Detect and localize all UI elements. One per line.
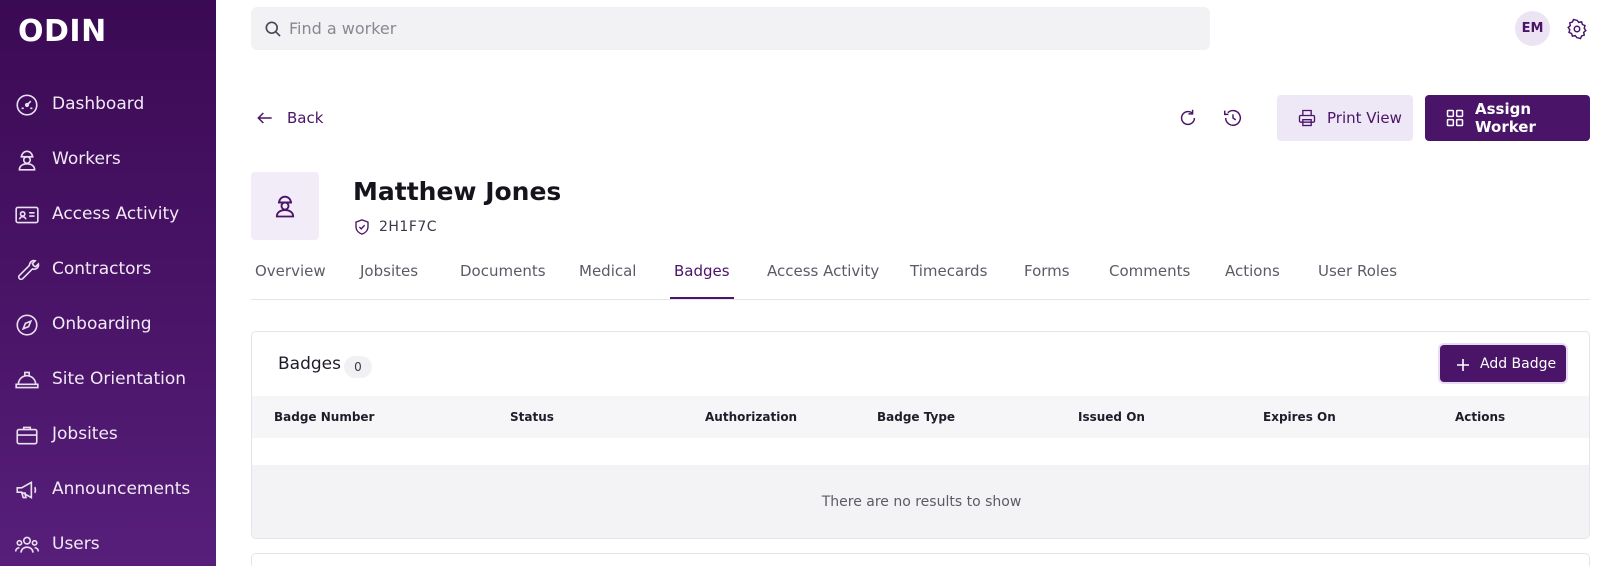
worker-icon [275,195,295,218]
tab-badges[interactable]: Badges [670,262,734,299]
column-header-actions: Actions [1455,410,1506,424]
worker-search[interactable] [251,7,1210,50]
worker-code: 2H1F7C [379,219,438,235]
tab-overview[interactable]: Overview [255,262,326,299]
history-icon[interactable] [1222,107,1244,129]
megaphone-icon [14,477,40,503]
id-card-icon [14,202,40,228]
worker-tabs: Overview Jobsites Documents Medical Badg… [251,250,1590,300]
sidebar-item-label: Dashboard [52,94,145,114]
sidebar-item-announcements[interactable]: Announcements [0,465,216,513]
printer-icon [1297,108,1317,128]
worker-photo-placeholder [251,172,319,240]
badges-title: Badges [278,354,341,374]
sidebar-item-label: Announcements [52,479,191,499]
sidebar-item-dashboard[interactable]: Dashboard [0,80,216,128]
column-header-badge-type[interactable]: Badge Type [877,410,955,424]
plus-icon [1456,357,1470,371]
tab-actions[interactable]: Actions [1225,262,1280,299]
wrench-icon [14,257,40,283]
arrow-left-icon [255,108,275,128]
tab-access-activity[interactable]: Access Activity [767,262,879,299]
sidebar-item-label: Contractors [52,259,152,279]
search-input[interactable] [289,7,1189,50]
assign-worker-button[interactable]: Assign Worker [1425,95,1590,141]
sidebar-item-onboarding[interactable]: Onboarding [0,300,216,348]
sidebar-item-contractors[interactable]: Contractors [0,245,216,293]
column-header-badge-number[interactable]: Badge Number [274,410,374,424]
users-icon [14,532,40,558]
back-link[interactable]: Back [255,106,323,130]
sidebar-item-workers[interactable]: Workers [0,135,216,183]
grid-icon [1445,108,1465,128]
sidebar-item-label: Site Orientation [52,369,187,389]
tab-user-roles[interactable]: User Roles [1318,262,1397,299]
shield-check-icon [353,218,371,236]
sidebar-item-users[interactable]: Users [0,520,216,566]
back-label: Back [287,109,324,127]
worker-icon [14,147,40,173]
tab-jobsites[interactable]: Jobsites [360,262,418,299]
next-card [251,553,1590,566]
tab-timecards[interactable]: Timecards [910,262,987,299]
user-avatar[interactable]: EM [1515,11,1550,46]
app-root: ODIN Dashboard Workers Access Activity C… [0,0,1600,566]
sidebar-item-label: Access Activity [52,204,180,224]
compass-icon [14,312,40,338]
tab-medical[interactable]: Medical [579,262,636,299]
tab-comments[interactable]: Comments [1109,262,1190,299]
sidebar-item-jobsites[interactable]: Jobsites [0,410,216,458]
sidebar-item-label: Users [52,534,100,554]
badges-count-badge: 0 [344,356,372,378]
print-view-button[interactable]: Print View [1277,95,1413,141]
briefcase-icon [14,422,40,448]
empty-state-text: There are no results to show [821,494,1022,510]
column-header-authorization[interactable]: Authorization [705,410,797,424]
gear-icon[interactable] [1566,18,1588,40]
refresh-icon[interactable] [1177,107,1199,129]
column-header-issued-on[interactable]: Issued On [1078,410,1145,424]
tab-documents[interactable]: Documents [460,262,546,299]
print-view-label: Print View [1327,109,1402,127]
sidebar: ODIN Dashboard Workers Access Activity C… [0,0,216,566]
column-header-status[interactable]: Status [510,410,554,424]
badges-card: Badges 0 Add Badge Badge Number Status A… [251,331,1590,539]
column-header-expires-on[interactable]: Expires On [1263,410,1336,424]
sidebar-item-label: Jobsites [52,424,118,444]
sidebar-item-site-orientation[interactable]: Site Orientation [0,355,216,403]
dashboard-gauge-icon [14,92,40,118]
assign-worker-label: Assign Worker [1475,100,1536,136]
worker-badge-code: 2H1F7C [353,218,437,236]
sidebar-item-label: Workers [52,149,121,169]
search-icon [263,19,283,39]
worker-name: Matthew Jones [353,177,562,206]
add-badge-button[interactable]: Add Badge [1440,345,1566,382]
tab-forms[interactable]: Forms [1024,262,1070,299]
sidebar-item-label: Onboarding [52,314,152,334]
odin-logo[interactable]: ODIN [18,14,107,49]
hard-hat-icon [14,367,40,393]
empty-state: There are no results to show [252,465,1589,538]
sidebar-item-access-activity[interactable]: Access Activity [0,190,216,238]
badges-table-header: Badge Number Status Authorization Badge … [252,396,1589,438]
add-badge-label: Add Badge [1480,355,1557,372]
